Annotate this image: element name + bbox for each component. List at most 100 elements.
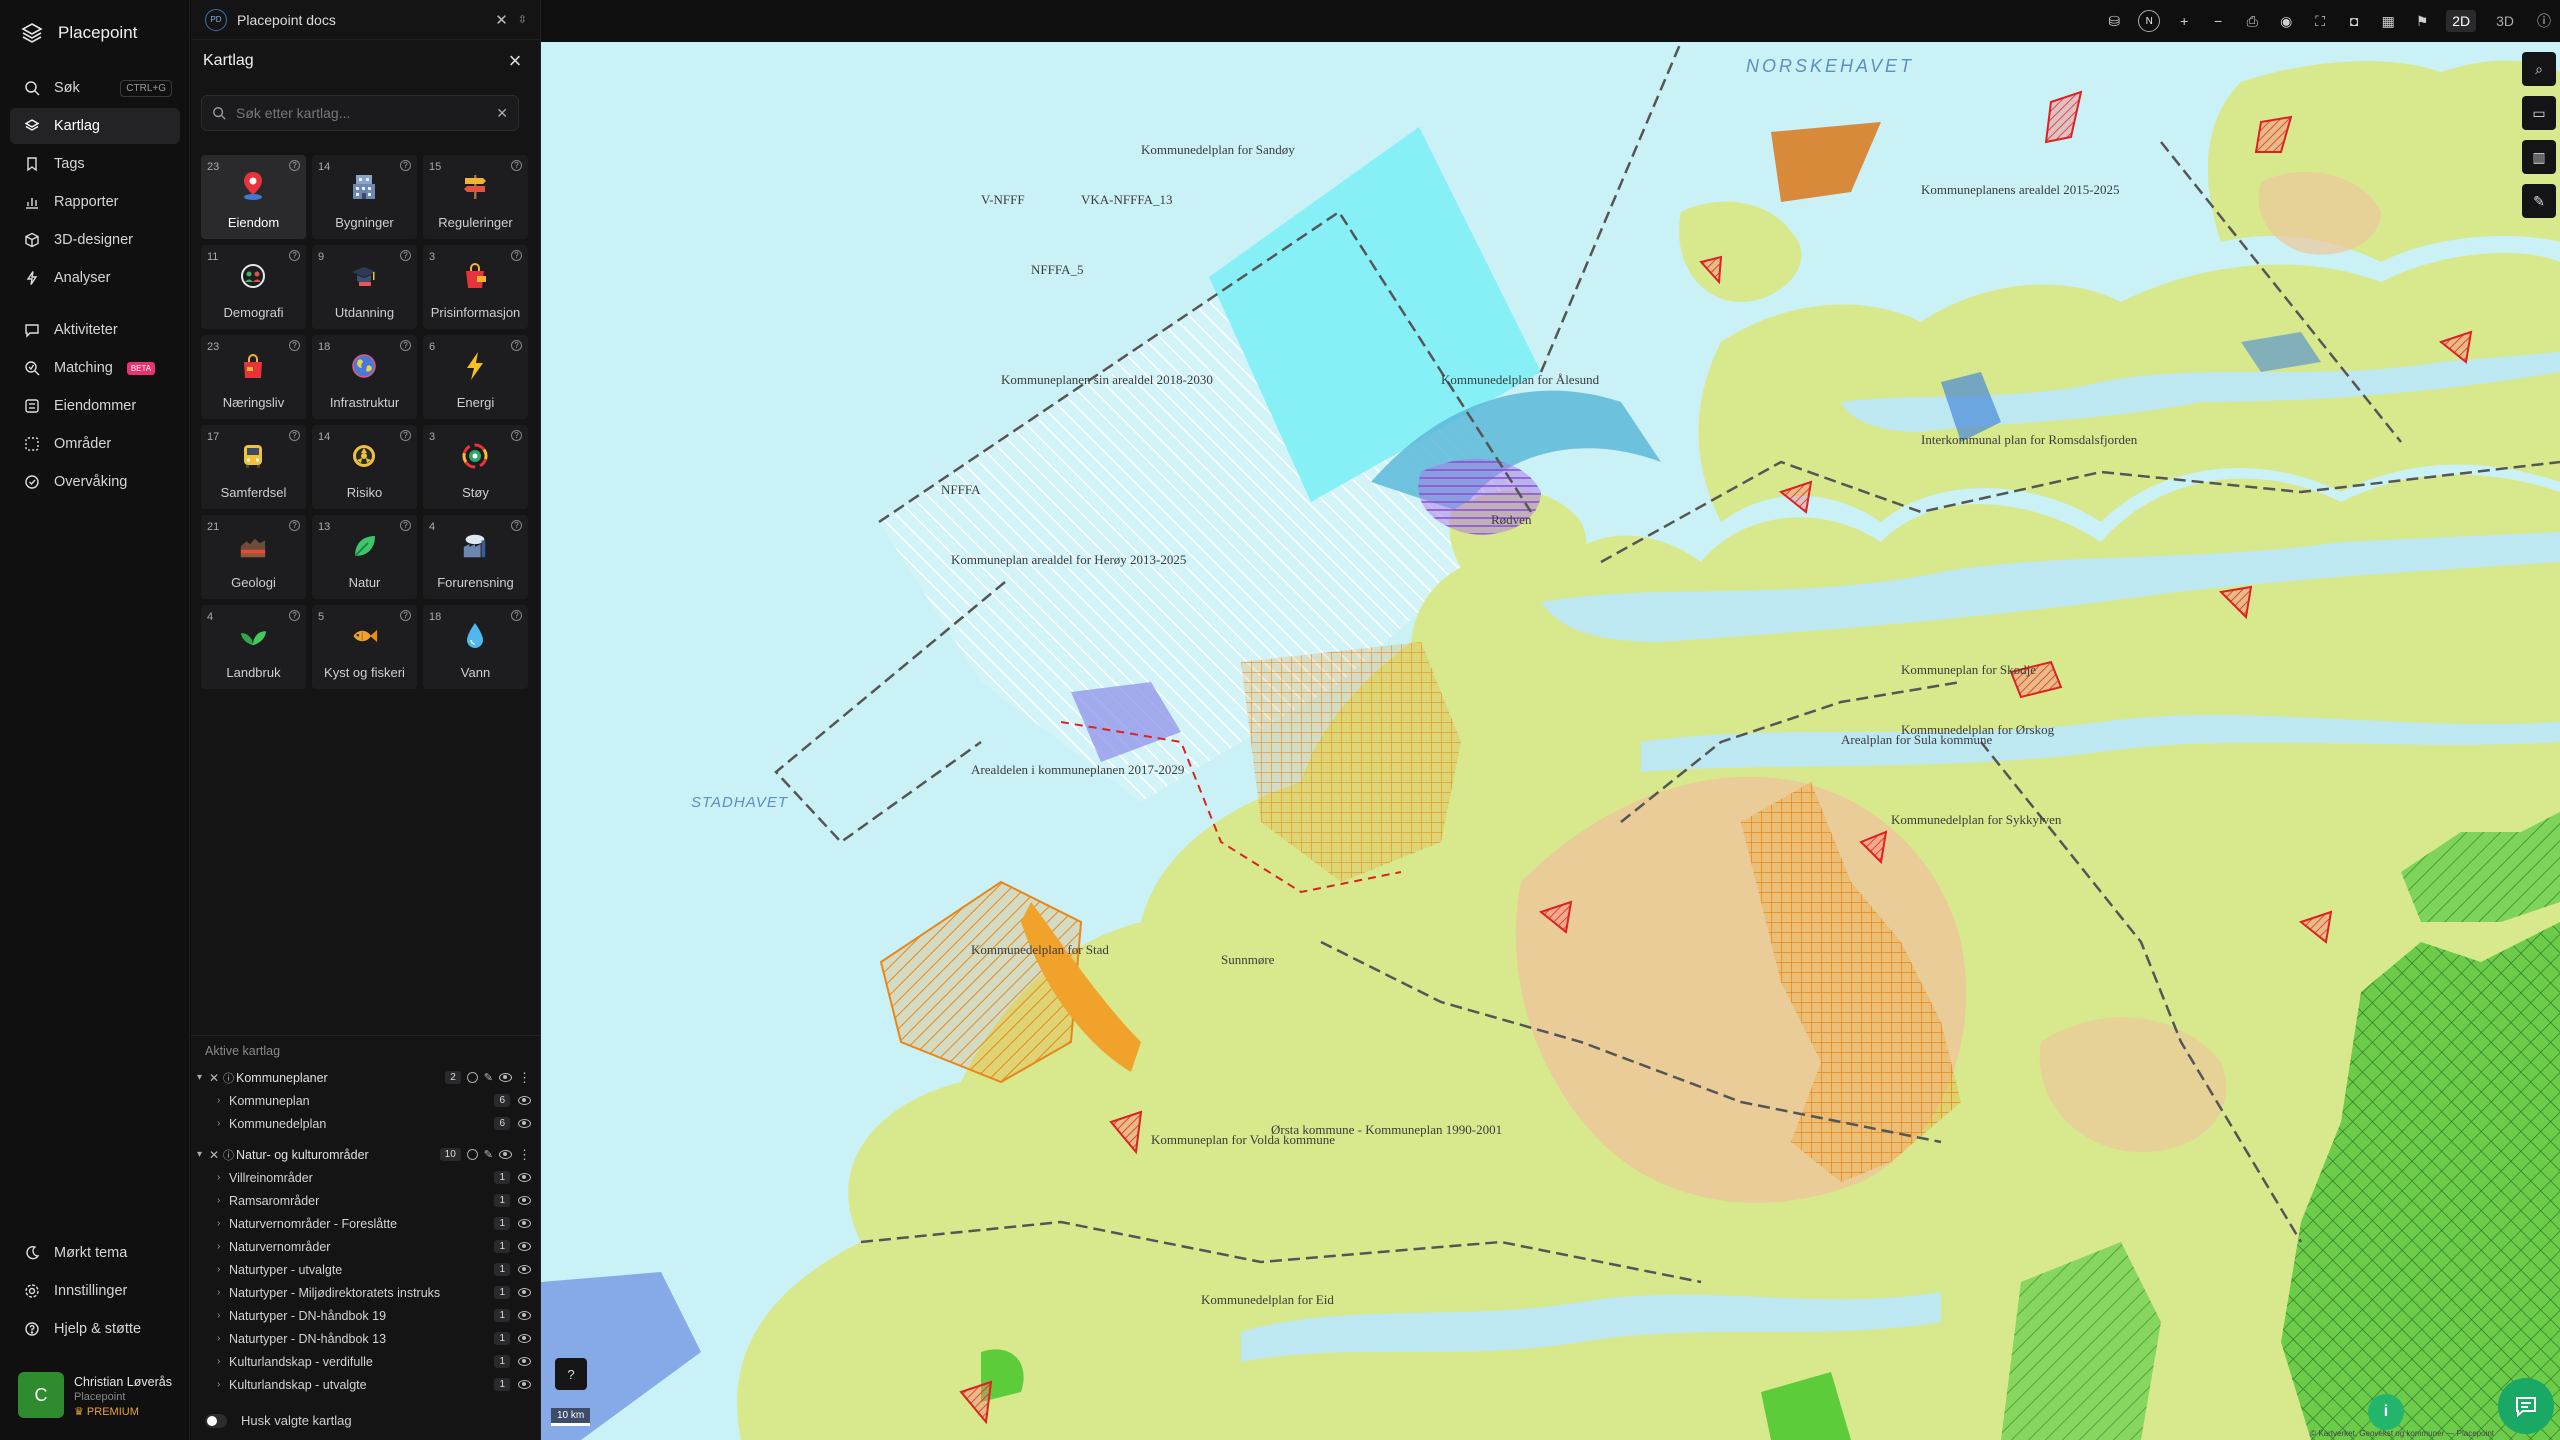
visibility-eye-icon[interactable] [518, 1380, 531, 1389]
grid-icon[interactable]: ▦ [2378, 11, 2398, 31]
category-naeringsliv[interactable]: 23 ? Næringsliv [201, 335, 306, 419]
visibility-eye-icon[interactable] [518, 1219, 531, 1228]
opacity-icon[interactable] [466, 1072, 478, 1083]
info-icon[interactable]: ? [400, 520, 411, 531]
info-icon[interactable]: ⓘ [2534, 11, 2554, 31]
category-bygninger[interactable]: 14 ? Bygninger [312, 155, 417, 239]
opacity-icon[interactable] [466, 1149, 478, 1160]
info-icon[interactable]: ? [400, 340, 411, 351]
chevron-right-icon[interactable]: › [217, 1172, 220, 1183]
fullscreen-icon[interactable]: ⛶ [2310, 11, 2330, 31]
layer-row[interactable]: › Naturtyper - utvalgte 1 [191, 1258, 541, 1281]
zoom-in-icon[interactable]: + [2174, 11, 2194, 31]
edit-icon[interactable]: ✎ [484, 1148, 493, 1161]
layer-row[interactable]: › Kulturlandskap - verdifulle 1 [191, 1350, 541, 1373]
chevron-right-icon[interactable]: › [217, 1118, 220, 1129]
remember-toggle[interactable] [205, 1413, 227, 1428]
nav-item-dark-theme[interactable]: Mørkt tema [10, 1235, 180, 1271]
category-infrastruktur[interactable]: 18 ? Infrastruktur [312, 335, 417, 419]
visibility-eye-icon[interactable] [518, 1173, 531, 1182]
close-panel-button[interactable]: × [504, 50, 526, 72]
chevron-right-icon[interactable]: › [217, 1195, 220, 1206]
close-icon[interactable]: ✕ [495, 11, 508, 29]
layer-row[interactable]: › Kulturlandskap - utvalgte 1 [191, 1373, 541, 1396]
layer-row[interactable]: › Kommunedelplan 6 [191, 1112, 541, 1135]
info-icon[interactable]: ? [289, 430, 300, 441]
chevron-right-icon[interactable]: › [217, 1095, 220, 1106]
chevron-right-icon[interactable]: › [217, 1264, 220, 1275]
camera-icon[interactable]: ◘ [2344, 11, 2364, 31]
mode-3d-button[interactable]: 3D [2490, 10, 2520, 32]
info-icon[interactable]: ? [289, 520, 300, 531]
layer-row[interactable]: › Kommuneplan 6 [191, 1089, 541, 1112]
visibility-eye-icon[interactable] [518, 1311, 531, 1320]
category-risiko[interactable]: 14 ? Risiko [312, 425, 417, 509]
visibility-eye-icon[interactable] [518, 1265, 531, 1274]
layer-row[interactable]: › Naturtyper - DN-håndbok 19 1 [191, 1304, 541, 1327]
category-kyst-og-fiskeri[interactable]: 5 ? Kyst og fiskeri [312, 605, 417, 689]
nav-item-help[interactable]: Hjelp & støtte [10, 1311, 180, 1347]
info-icon[interactable]: ? [289, 340, 300, 351]
document-selector[interactable]: PD Placepoint docs ✕ ⇳ [191, 0, 541, 40]
bookmark-icon[interactable]: ⚑ [2412, 11, 2432, 31]
visibility-eye-icon[interactable] [499, 1150, 512, 1159]
chevron-right-icon[interactable]: › [217, 1241, 220, 1252]
compass-button[interactable]: N [2138, 10, 2161, 32]
layer-row[interactable]: › Naturtyper - Miljødirektoratets instruk… [191, 1281, 541, 1304]
nav-item-tags[interactable]: Tags [10, 146, 180, 182]
group-info-icon[interactable]: ⓘ [223, 1070, 234, 1086]
map-help-button[interactable]: ? [555, 1358, 587, 1390]
nav-item-search[interactable]: Søk CTRL+G [10, 70, 180, 106]
chevron-right-icon[interactable]: › [217, 1218, 220, 1229]
user-profile[interactable]: C Christian Løverås Placepoint ♛ PREMIUM [18, 1372, 178, 1422]
nav-item-settings[interactable]: Innstillinger [10, 1273, 180, 1309]
visibility-eye-icon[interactable] [518, 1288, 531, 1297]
remember-layers[interactable]: Husk valgte kartlag [205, 1413, 352, 1428]
print-icon[interactable]: ⎙ [2242, 11, 2262, 31]
nav-item-eiendommer[interactable]: Eiendommer [10, 388, 180, 424]
edit-icon[interactable]: ✎ [484, 1071, 493, 1084]
layer-row[interactable]: › Ramsarområder 1 [191, 1189, 541, 1212]
category-samferdsel[interactable]: 17 ? Samferdsel [201, 425, 306, 509]
category-geologi[interactable]: 21 ? Geologi [201, 515, 306, 599]
group-info-icon[interactable]: ⓘ [223, 1147, 234, 1163]
layer-row[interactable]: › Villreinområder 1 [191, 1166, 541, 1189]
info-icon[interactable]: ? [289, 250, 300, 261]
zoom-out-icon[interactable]: − [2208, 11, 2228, 31]
chat-button[interactable] [2498, 1378, 2554, 1434]
info-icon[interactable]: ? [400, 160, 411, 171]
nav-item-aktiviteter[interactable]: Aktiviteter [10, 312, 180, 348]
mode-2d-button[interactable]: 2D [2446, 10, 2477, 32]
visibility-eye-icon[interactable] [518, 1357, 531, 1366]
nav-item-3d-designer[interactable]: 3D-designer [10, 222, 180, 258]
nav-item-omrader[interactable]: Områder [10, 426, 180, 462]
category-forurensning[interactable]: 4 ? Forurensning [423, 515, 528, 599]
measure-icon[interactable]: ▭ [2522, 96, 2556, 130]
map-canvas[interactable]: NORSKEHAVET STADHAVET Kommunedelplan for… [541, 42, 2560, 1440]
nav-item-matching[interactable]: Matching BETA [10, 350, 180, 386]
more-options-icon[interactable]: ⋮ [518, 1147, 531, 1163]
info-icon[interactable]: ? [400, 250, 411, 261]
category-energi[interactable]: 6 ? Energi [423, 335, 528, 419]
chevron-right-icon[interactable]: › [217, 1310, 220, 1321]
info-icon[interactable]: ? [511, 340, 522, 351]
info-icon[interactable]: ? [511, 250, 522, 261]
info-icon[interactable]: ? [289, 160, 300, 171]
nav-item-rapporter[interactable]: Rapporter [10, 184, 180, 220]
layer-search-input[interactable] [236, 105, 487, 121]
chevron-updown-icon[interactable]: ⇳ [518, 13, 527, 26]
chart-icon[interactable]: ▥ [2522, 140, 2556, 174]
visibility-eye-icon[interactable] [518, 1242, 531, 1251]
visibility-eye-icon[interactable] [499, 1073, 512, 1082]
visibility-eye-icon[interactable] [518, 1096, 531, 1105]
map-search-icon[interactable]: ⌕ [2522, 52, 2556, 86]
more-options-icon[interactable]: ⋮ [518, 1070, 531, 1086]
info-icon[interactable]: ? [289, 610, 300, 621]
category-landbruk[interactable]: 4 ? Landbruk [201, 605, 306, 689]
category-demografi[interactable]: 11 ? Demografi [201, 245, 306, 329]
visibility-eye-icon[interactable] [518, 1119, 531, 1128]
chevron-right-icon[interactable]: › [217, 1287, 220, 1298]
eye-icon[interactable]: ◉ [2276, 11, 2296, 31]
chevron-right-icon[interactable]: › [217, 1333, 220, 1344]
chevron-right-icon[interactable]: › [217, 1379, 220, 1390]
